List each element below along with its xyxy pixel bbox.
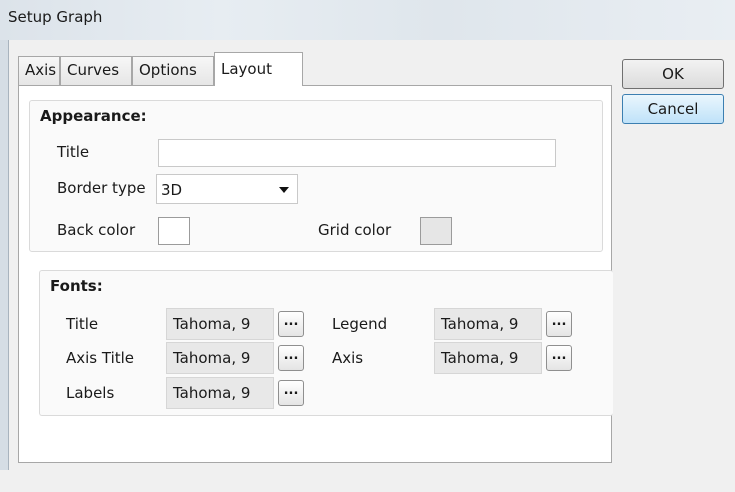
- title-input[interactable]: [158, 139, 556, 167]
- tab-axis[interactable]: Axis: [18, 56, 60, 85]
- fonts-heading: Fonts:: [50, 277, 103, 295]
- tab-options[interactable]: Options: [132, 56, 214, 85]
- border-type-label: Border type: [57, 179, 146, 197]
- window-title: Setup Graph: [8, 8, 103, 26]
- title-label: Title: [57, 143, 90, 161]
- tab-layout[interactable]: Layout: [214, 52, 303, 86]
- font-axis-title-label: Axis Title: [66, 349, 135, 367]
- font-labels-browse-button[interactable]: ...: [278, 380, 304, 406]
- font-axis-label: Axis: [332, 349, 364, 367]
- font-legend-browse-button[interactable]: ...: [546, 311, 572, 337]
- border-type-select[interactable]: 3D: [156, 174, 298, 204]
- font-axis-browse-button[interactable]: ...: [546, 345, 572, 371]
- grid-color-label: Grid color: [318, 221, 392, 239]
- grid-color-swatch[interactable]: [420, 217, 452, 245]
- chevron-down-icon: [279, 187, 289, 193]
- font-title-label: Title: [66, 315, 99, 333]
- font-legend-value: Tahoma, 9: [434, 308, 542, 340]
- font-axis-value: Tahoma, 9: [434, 342, 542, 374]
- appearance-heading: Appearance:: [40, 107, 147, 125]
- font-title-value: Tahoma, 9: [166, 308, 274, 340]
- font-axis-title-browse-button[interactable]: ...: [278, 345, 304, 371]
- back-color-label: Back color: [57, 221, 136, 239]
- back-color-swatch[interactable]: [158, 217, 190, 245]
- tab-curves[interactable]: Curves: [60, 56, 132, 85]
- window-frame-bottom: [0, 470, 735, 492]
- ok-button[interactable]: OK: [622, 59, 724, 89]
- appearance-group: Appearance: Title Border type 3D Back co…: [29, 100, 603, 252]
- font-legend-label: Legend: [332, 315, 388, 333]
- font-labels-value: Tahoma, 9: [166, 377, 274, 409]
- border-type-value: 3D: [161, 181, 183, 199]
- cancel-button[interactable]: Cancel: [622, 94, 724, 124]
- window-frame-left: [0, 40, 9, 492]
- font-axis-title-value: Tahoma, 9: [166, 342, 274, 374]
- setup-graph-dialog: Setup Graph Axis Curves Options Layout A…: [0, 0, 735, 492]
- fonts-group: Fonts: Title Tahoma, 9 ... Axis Title Ta…: [39, 270, 613, 416]
- font-title-browse-button[interactable]: ...: [278, 311, 304, 337]
- layout-tab-panel: Appearance: Title Border type 3D Back co…: [18, 85, 613, 463]
- title-bar[interactable]: Setup Graph: [0, 0, 735, 40]
- font-labels-label: Labels: [66, 384, 115, 402]
